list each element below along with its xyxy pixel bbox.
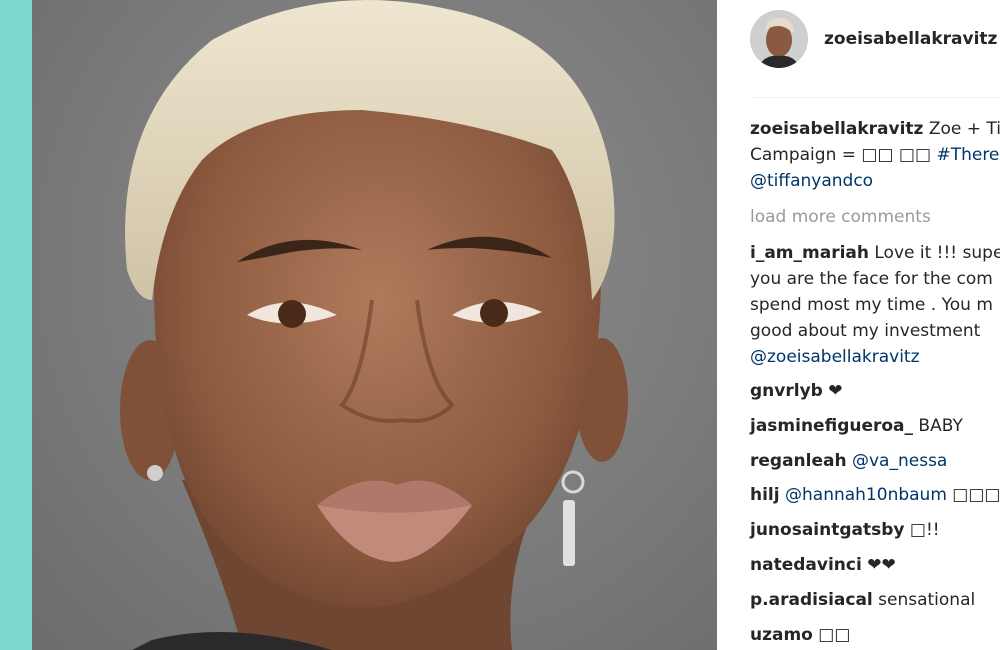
comment-line: spend most my time . You m <box>750 295 993 315</box>
comment-text: BABY <box>913 415 963 436</box>
comment-text: ❤❤ <box>861 554 896 575</box>
mention-link[interactable]: @tiffanyandco <box>750 171 873 191</box>
post-header: zoeisabellakravitz <box>750 10 1000 68</box>
caption-line: @tiffanyandco <box>750 168 1000 194</box>
comment-author[interactable]: uzamo <box>750 625 813 645</box>
post-username[interactable]: zoeisabellakravitz <box>824 29 997 49</box>
caption-text: Campaign = □□ □□ <box>750 145 937 165</box>
comment-line: good about my investment <box>750 321 981 341</box>
comment-item: gnvrlyb ❤ <box>750 378 1000 404</box>
comment-author[interactable]: natedavinci <box>750 555 862 575</box>
avatar-icon <box>750 10 808 68</box>
comment-text: Love it !!! supe <box>868 243 1000 263</box>
comment-item: junosaintgatsby □!! <box>750 517 1000 543</box>
comment-item: reganleah @va_nessa <box>750 448 1000 474</box>
header-divider <box>750 97 1000 98</box>
post-sidebar: zoeisabellakravitz zoeisabellakravitz Zo… <box>717 0 1000 650</box>
mention-link[interactable]: @va_nessa <box>852 451 947 471</box>
comment-text: □□□ <box>946 485 1000 506</box>
comment-author[interactable]: reganleah <box>750 451 847 471</box>
comment-line: @zoeisabellakravitz <box>750 344 1000 370</box>
hashtag-link[interactable]: #There <box>936 145 999 165</box>
caption-line: zoeisabellakravitz Zoe + Tif <box>750 116 1000 142</box>
mention-link[interactable]: @hannah10nbaum <box>785 485 947 505</box>
accent-bar <box>0 0 32 650</box>
comment-text: ❤ <box>822 381 843 401</box>
comment-author[interactable]: junosaintgatsby <box>750 520 905 540</box>
comment-author[interactable]: jasminefigueroa_ <box>750 416 913 436</box>
comment-author[interactable]: hilj <box>750 485 780 505</box>
comments-section: zoeisabellakravitz Zoe + Tif Campaign = … <box>750 116 1000 650</box>
comment-item: i_am_mariah Love it !!! supe you are the… <box>750 240 1000 370</box>
comment-item: natedavinci ❤❤ <box>750 552 1000 578</box>
comment-author[interactable]: p.aradisiacal <box>750 590 873 610</box>
comment-item: jasminefigueroa_ BABY <box>750 413 1000 439</box>
comment-text: □□ <box>812 624 851 645</box>
load-more-comments-button[interactable]: load more comments <box>750 204 1000 230</box>
avatar[interactable] <box>750 10 808 68</box>
comment-line: you are the face for the com <box>750 269 993 289</box>
post-caption: zoeisabellakravitz Zoe + Tif Campaign = … <box>750 116 1000 194</box>
comment-text: □!! <box>904 520 940 541</box>
comment-item: p.aradisiacal sensational <box>750 587 1000 613</box>
caption-text: Zoe + Tif <box>923 119 1000 139</box>
mention-link[interactable]: @zoeisabellakravitz <box>750 347 920 367</box>
comment-author[interactable]: i_am_mariah <box>750 243 869 263</box>
post-photo[interactable] <box>32 0 717 650</box>
comment-text: sensational <box>872 589 976 610</box>
caption-author[interactable]: zoeisabellakravitz <box>750 119 923 139</box>
comment-author[interactable]: gnvrlyb <box>750 381 823 401</box>
portrait-photo <box>120 0 628 650</box>
comment-line: i_am_mariah Love it !!! supe <box>750 240 1000 266</box>
comment-item: hilj @hannah10nbaum □□□ <box>750 482 1000 508</box>
comment-item: uzamo □□ <box>750 622 1000 648</box>
caption-line: Campaign = □□ □□ #There <box>750 142 1000 168</box>
